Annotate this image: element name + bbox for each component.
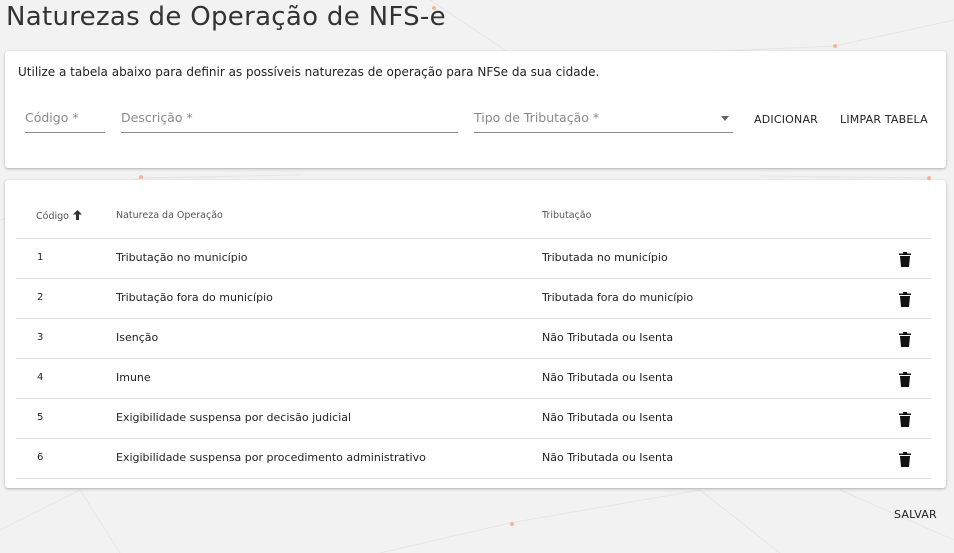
cell-tributacao: Tributada no município [542, 251, 668, 264]
cell-natureza: Tributação fora do município [116, 291, 273, 304]
sort-ascending-icon[interactable] [72, 210, 82, 220]
cell-codigo: 1 [37, 252, 44, 263]
column-header-codigo[interactable]: Código [36, 210, 82, 222]
table-row: 1 Tributação no município Tributada no m… [16, 239, 932, 279]
table-header: Código Natureza da Operação Tributação [16, 198, 932, 239]
codigo-field[interactable]: Código * [25, 106, 105, 133]
instructions-text: Utilize a tabela abaixo para definir as … [18, 65, 600, 79]
trash-icon[interactable] [899, 291, 911, 307]
cell-tributacao: Não Tributada ou Isenta [542, 371, 674, 384]
descricao-field[interactable]: Descrição * [121, 106, 458, 133]
cell-codigo: 3 [37, 332, 44, 343]
cell-codigo: 5 [37, 412, 44, 423]
form-card: Utilize a tabela abaixo para definir as … [5, 51, 946, 168]
limpar-tabela-button[interactable]: LIMPAR TABELA [836, 109, 932, 130]
codigo-label: Código * [25, 110, 79, 125]
column-header-natureza[interactable]: Natureza da Operação [116, 210, 223, 221]
cell-tributacao: Não Tributada ou Isenta [542, 451, 674, 464]
table-row: 2 Tributação fora do município Tributada… [16, 279, 932, 319]
trash-icon[interactable] [899, 411, 911, 427]
trash-icon[interactable] [899, 451, 911, 467]
adicionar-button[interactable]: ADICIONAR [750, 109, 822, 130]
table-row: 5 Exigibilidade suspensa por decisão jud… [16, 399, 932, 439]
cell-codigo: 6 [37, 452, 44, 463]
page-title: Naturezas de Operação de NFS-e [6, 2, 446, 32]
cell-natureza: Imune [116, 371, 151, 384]
table-row: 6 Exigibilidade suspensa por procediment… [16, 439, 932, 479]
cell-natureza: Exigibilidade suspensa por procedimento … [116, 451, 426, 464]
cell-natureza: Isenção [116, 331, 159, 344]
cell-natureza: Tributação no município [116, 251, 248, 264]
naturezas-table-card: Código Natureza da Operação Tributação 1… [5, 180, 946, 488]
column-header-tributacao[interactable]: Tributação [542, 210, 591, 221]
cell-tributacao: Não Tributada ou Isenta [542, 331, 674, 344]
cell-codigo: 4 [37, 372, 44, 383]
salvar-button[interactable]: SALVAR [890, 504, 941, 525]
cell-codigo: 2 [37, 292, 44, 303]
dropdown-arrow-icon[interactable] [721, 116, 729, 121]
cell-natureza: Exigibilidade suspensa por decisão judic… [116, 411, 352, 424]
column-header-codigo-label: Código [36, 211, 69, 222]
descricao-label: Descrição * [121, 110, 193, 125]
cell-tributacao: Tributada fora do município [542, 291, 694, 304]
table-row: 3 Isenção Não Tributada ou Isenta [16, 319, 932, 359]
table-row: 4 Imune Não Tributada ou Isenta [16, 359, 932, 399]
naturezas-table: Código Natureza da Operação Tributação 1… [16, 198, 932, 479]
trash-icon[interactable] [899, 371, 911, 387]
tipo-tributacao-select[interactable]: Tipo de Tributação * [474, 106, 733, 133]
tipo-tributacao-label: Tipo de Tributação * [474, 110, 600, 125]
trash-icon[interactable] [899, 331, 911, 347]
cell-tributacao: Não Tributada ou Isenta [542, 411, 674, 424]
trash-icon[interactable] [899, 251, 911, 267]
